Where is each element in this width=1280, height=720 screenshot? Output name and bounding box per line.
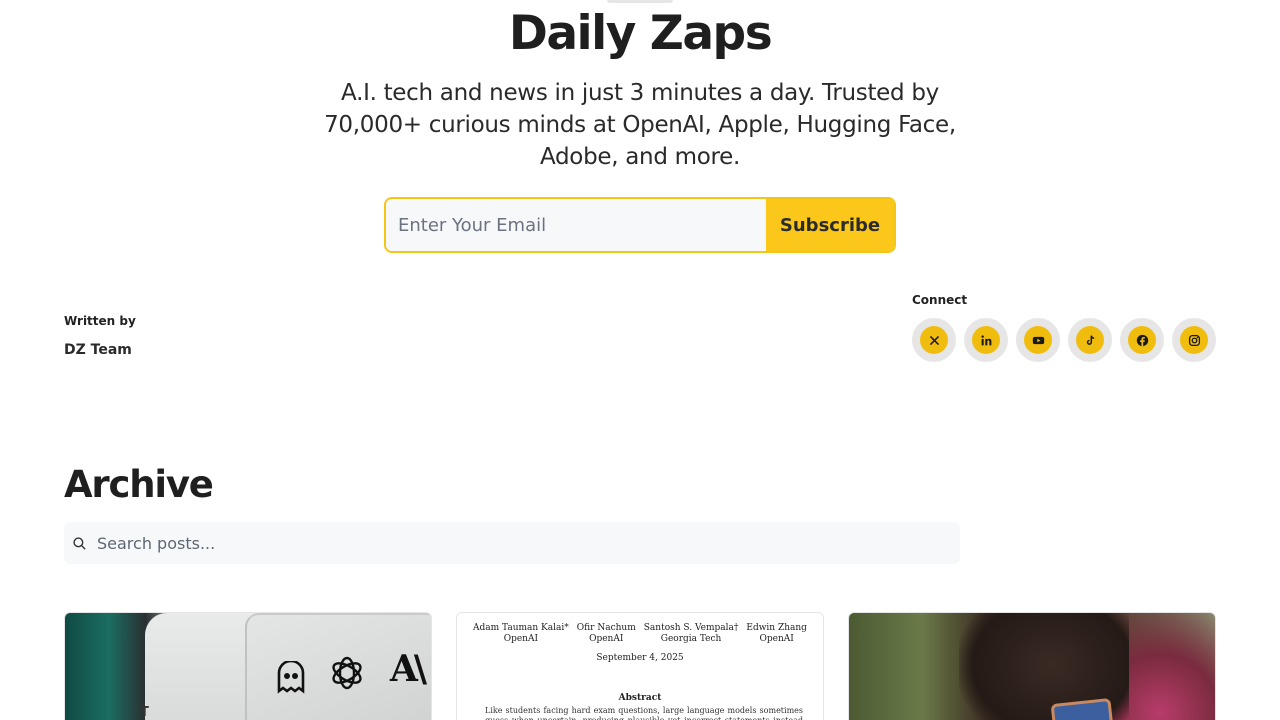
paper-authors: Adam Tauman Kalai* OpenAI Ofir Nachum Open… bbox=[457, 623, 823, 645]
robot-logo-icon bbox=[277, 661, 305, 694]
author-name: DZ Team bbox=[64, 342, 132, 358]
tiktok-link[interactable] bbox=[1068, 318, 1112, 362]
search-bar bbox=[64, 522, 960, 564]
paper-date: September 4, 2025 bbox=[596, 653, 684, 663]
paper-author: Ofir Nachum OpenAI bbox=[576, 623, 636, 644]
instagram-link[interactable] bbox=[1172, 318, 1216, 362]
tiktok-icon bbox=[1076, 326, 1104, 354]
paper-author: Santosh S. Vempala† Georgia Tech bbox=[643, 623, 739, 644]
youtube-icon bbox=[1024, 326, 1052, 354]
caption-fragment: T bbox=[140, 705, 149, 720]
anthropic-logo: A\ bbox=[390, 648, 427, 690]
post-card[interactable]: Adam Tauman Kalai* OpenAI Ofir Nachum Open… bbox=[456, 612, 824, 720]
facebook-icon bbox=[1128, 326, 1156, 354]
instagram-icon bbox=[1180, 326, 1208, 354]
search-icon bbox=[72, 535, 88, 551]
email-field[interactable] bbox=[386, 199, 766, 251]
page-title: Daily Zaps bbox=[508, 6, 773, 61]
facebook-link[interactable] bbox=[1120, 318, 1164, 362]
written-by-label: Written by bbox=[64, 314, 136, 328]
x-link[interactable] bbox=[912, 318, 956, 362]
abstract-text: Like students facing hard exam questions… bbox=[485, 706, 803, 720]
x-icon bbox=[920, 326, 948, 354]
paper-author: Adam Tauman Kalai* OpenAI bbox=[473, 623, 569, 644]
subscribe-form: Subscribe bbox=[384, 197, 896, 253]
post-image: A\ T bbox=[65, 613, 431, 720]
subscribe-button[interactable]: Subscribe bbox=[766, 199, 894, 251]
linkedin-icon bbox=[972, 326, 1000, 354]
openai-logo-icon bbox=[332, 656, 362, 690]
search-input[interactable] bbox=[97, 533, 960, 553]
post-image bbox=[849, 613, 1215, 720]
post-card[interactable] bbox=[848, 612, 1216, 720]
social-links bbox=[912, 318, 1216, 362]
post-card[interactable]: A\ T bbox=[64, 612, 432, 720]
paper-author: Edwin Zhang OpenAI bbox=[746, 623, 807, 644]
post-image: Adam Tauman Kalai* OpenAI Ofir Nachum Open… bbox=[457, 613, 823, 720]
connect-label: Connect bbox=[912, 293, 968, 307]
tagline: A.I. tech and news in just 3 minutes a d… bbox=[324, 80, 956, 170]
youtube-link[interactable] bbox=[1016, 318, 1060, 362]
abstract-title: Abstract bbox=[618, 693, 662, 703]
archive-heading: Archive bbox=[64, 463, 214, 506]
linkedin-link[interactable] bbox=[964, 318, 1008, 362]
